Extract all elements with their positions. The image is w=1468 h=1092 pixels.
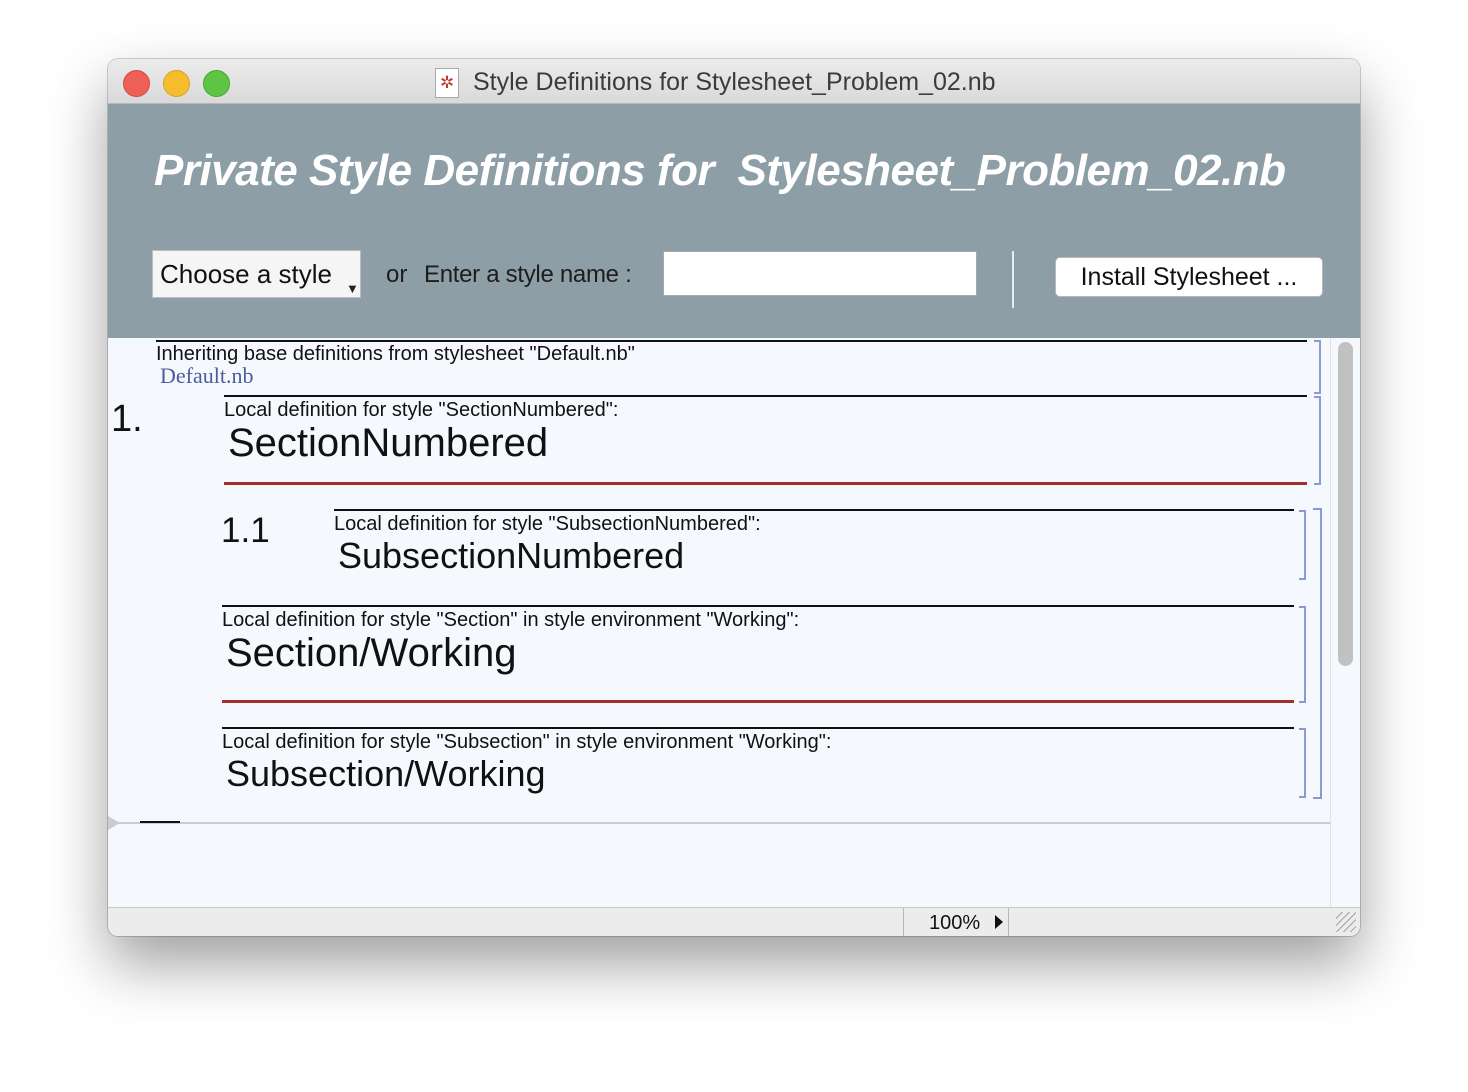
cell-top-rule xyxy=(156,340,1307,342)
insertion-triangle-icon xyxy=(108,816,120,830)
section-working-description: Local definition for style "Section" in … xyxy=(222,609,800,631)
stylesheet-header: Private Style Definitions for Stylesheet… xyxy=(108,104,1360,338)
cell-insertion-line[interactable] xyxy=(108,822,1330,824)
header-title: Private Style Definitions for Stylesheet… xyxy=(154,146,1286,195)
cell-top-rule xyxy=(224,395,1307,397)
subsection-number: 1.1 xyxy=(221,511,270,550)
close-window-button[interactable] xyxy=(123,70,150,97)
window-title: Style Definitions for Stylesheet_Problem… xyxy=(473,68,996,96)
section-working-style-cell[interactable]: Section/Working xyxy=(226,631,517,676)
cell-top-rule xyxy=(334,509,1294,511)
section-numbered-description: Local definition for style "SectionNumbe… xyxy=(224,399,619,421)
zoom-level: 100% xyxy=(929,912,981,934)
section-rule xyxy=(224,482,1307,485)
choose-style-menu[interactable]: Choose a style ▼ xyxy=(152,250,361,298)
title-bar[interactable]: ✲ Style Definitions for Stylesheet_Probl… xyxy=(108,59,1360,104)
cell-bracket[interactable] xyxy=(1314,396,1321,485)
style-name-input[interactable] xyxy=(663,251,977,296)
style-definitions-window: ✲ Style Definitions for Stylesheet_Probl… xyxy=(108,59,1360,936)
subsection-numbered-style-cell[interactable]: SubsectionNumbered xyxy=(338,535,684,577)
install-stylesheet-button[interactable]: Install Stylesheet ... xyxy=(1055,257,1323,297)
cell-top-rule xyxy=(222,727,1294,729)
style-name-label: Enter a style name : xyxy=(424,261,632,288)
vertical-scrollbar[interactable] xyxy=(1330,338,1360,907)
status-bar: 100% xyxy=(108,907,1360,936)
cell-top-rule xyxy=(222,605,1294,607)
subsection-working-description: Local definition for style "Subsection" … xyxy=(222,731,832,753)
cell-bracket[interactable] xyxy=(1299,606,1306,703)
section-rule xyxy=(222,700,1294,703)
header-divider xyxy=(1012,251,1014,308)
section-number: 1. xyxy=(111,398,143,440)
insertion-cursor xyxy=(140,821,180,823)
subsection-working-style-cell[interactable]: Subsection/Working xyxy=(226,753,546,795)
notebook-document-icon: ✲ xyxy=(435,68,459,98)
section-numbered-style-cell[interactable]: SectionNumbered xyxy=(228,421,548,466)
cell-bracket[interactable] xyxy=(1299,510,1306,580)
notebook-content[interactable]: Inheriting base definitions from stylesh… xyxy=(108,338,1330,907)
resize-grip-icon[interactable] xyxy=(1336,912,1356,932)
zoom-window-button[interactable] xyxy=(203,70,230,97)
group-bracket[interactable] xyxy=(1313,508,1322,799)
minimize-window-button[interactable] xyxy=(163,70,190,97)
choose-style-label: Choose a style xyxy=(160,259,332,289)
triangle-right-icon xyxy=(995,915,1003,929)
zoom-menu[interactable]: 100% xyxy=(903,908,1009,936)
default-stylesheet-link[interactable]: Default.nb xyxy=(160,363,253,389)
or-label: or xyxy=(386,261,408,288)
cell-bracket[interactable] xyxy=(1314,340,1321,394)
cell-bracket[interactable] xyxy=(1299,728,1306,798)
subsection-numbered-description: Local definition for style "SubsectionNu… xyxy=(334,513,761,535)
scrollbar-thumb[interactable] xyxy=(1338,342,1353,666)
chevron-down-icon: ▼ xyxy=(346,281,359,296)
